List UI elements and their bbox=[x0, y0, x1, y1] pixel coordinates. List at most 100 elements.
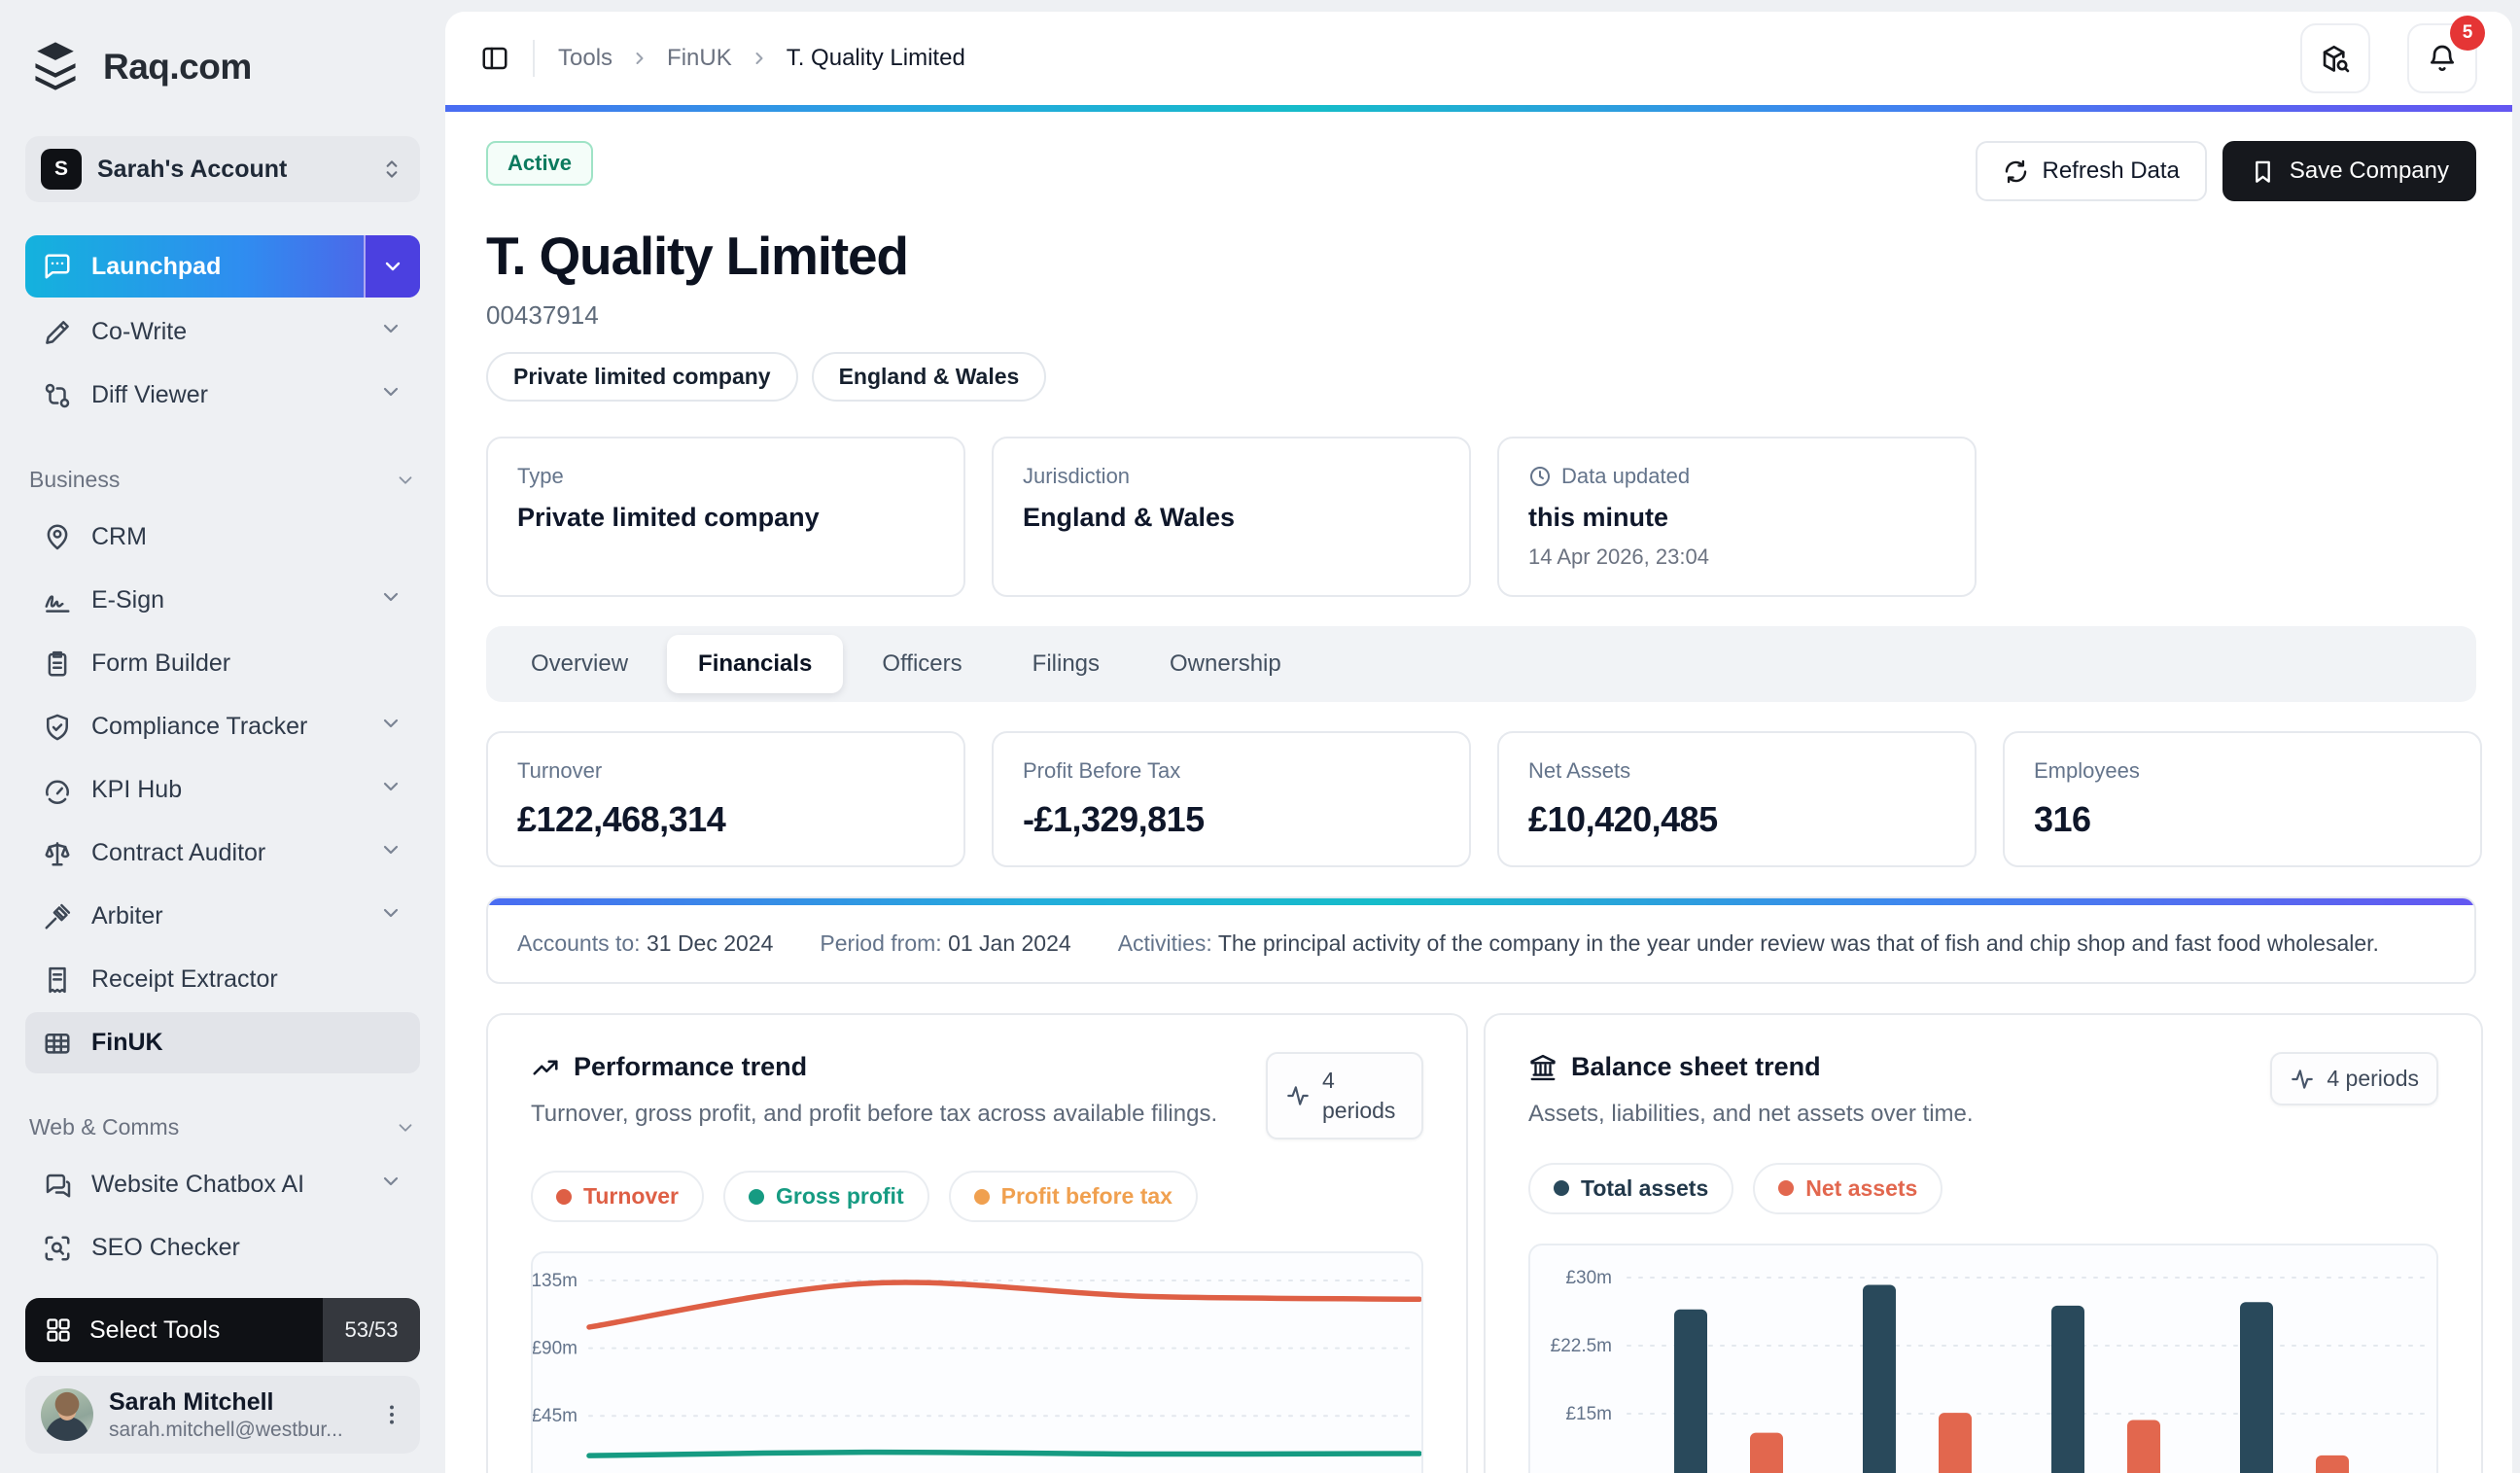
legend-gross-profit[interactable]: Gross profit bbox=[722, 1171, 929, 1223]
type-card: Type Private limited company bbox=[486, 437, 965, 597]
sidebar-item-label: FinUK bbox=[91, 1029, 163, 1056]
svg-text:£22.5m: £22.5m bbox=[1551, 1336, 1612, 1356]
balance-sheet-title: Balance sheet trend bbox=[1571, 1052, 1821, 1081]
messages-icon bbox=[46, 1174, 71, 1197]
table-icon bbox=[45, 1033, 70, 1054]
tab-overview[interactable]: Overview bbox=[500, 635, 659, 693]
select-tools-button[interactable]: Select Tools 53/53 bbox=[25, 1298, 420, 1362]
sidebar-item-seo-checker[interactable]: SEO Checker bbox=[25, 1217, 420, 1279]
metric-value: -£1,329,815 bbox=[1023, 799, 1205, 839]
sidebar-item-label: Form Builder bbox=[91, 649, 231, 677]
app-root: Raq.com S Sarah's Account Launchpad Co-W… bbox=[0, 0, 2520, 1473]
tab-filings[interactable]: Filings bbox=[1001, 635, 1131, 693]
brand-name: Raq.com bbox=[103, 47, 252, 87]
periods-badge-label: 4 periods bbox=[2327, 1066, 2419, 1091]
receipt-icon bbox=[49, 966, 66, 993]
bell-icon bbox=[2431, 45, 2454, 71]
breadcrumb-tools[interactable]: Tools bbox=[558, 45, 612, 72]
metric-value: 316 bbox=[2034, 799, 2091, 839]
info-cards: Type Private limited company Jurisdictio… bbox=[486, 437, 2476, 597]
legend-total-assets[interactable]: Total assets bbox=[1528, 1162, 1734, 1214]
chevrons-up-down-icon bbox=[386, 160, 398, 178]
jurisdiction-label: Jurisdiction bbox=[1023, 464, 1131, 488]
sidebar-item-label: Website Chatbox AI bbox=[91, 1171, 305, 1198]
panel-left-toggle-icon[interactable] bbox=[480, 44, 509, 73]
account-switcher[interactable]: S Sarah's Account bbox=[25, 136, 420, 202]
performance-trend-subtitle: Turnover, gross profit, and profit befor… bbox=[531, 1101, 1218, 1127]
company-tags: Private limited company England & Wales bbox=[486, 352, 2476, 402]
sidebar-item-compliance-tracker[interactable]: Compliance Tracker bbox=[25, 696, 420, 757]
metric-card-turnover: Turnover £122,468,314 bbox=[486, 731, 965, 867]
chevron-right-icon bbox=[755, 53, 763, 64]
tab-financials[interactable]: Financials bbox=[667, 635, 844, 693]
sidebar-item-crm[interactable]: CRM bbox=[25, 507, 420, 568]
chevron-down-icon bbox=[383, 782, 399, 791]
status-badge: Active bbox=[486, 141, 594, 186]
svg-text:£135m: £135m bbox=[533, 1271, 578, 1291]
launchpad-expand-button[interactable] bbox=[364, 235, 420, 298]
sidebar-item-contract-auditor[interactable]: Contract Auditor bbox=[25, 823, 420, 884]
topbar-divider bbox=[533, 40, 535, 77]
tab-officers[interactable]: Officers bbox=[851, 635, 993, 693]
sidebar-item-label: CRM bbox=[91, 523, 147, 550]
sidebar-item-co-write[interactable]: Co-Write bbox=[25, 301, 420, 363]
package-search-button[interactable] bbox=[2300, 23, 2370, 93]
chevron-down-icon bbox=[383, 592, 399, 602]
sidebar: Raq.com S Sarah's Account Launchpad Co-W… bbox=[0, 0, 445, 1473]
sidebar-item-site-uptime[interactable]: Site Uptime bbox=[25, 1280, 420, 1298]
sidebar-item-arbiter[interactable]: Arbiter bbox=[25, 886, 420, 947]
notifications-button[interactable]: 5 bbox=[2407, 16, 2485, 93]
breadcrumb-finuk[interactable]: FinUK bbox=[667, 45, 732, 72]
select-tools-label: Select Tools bbox=[89, 1315, 221, 1344]
refresh-icon bbox=[2005, 159, 2026, 183]
git-compare-icon bbox=[45, 383, 70, 407]
breadcrumb: Tools FinUK T. Quality Limited bbox=[558, 45, 2277, 72]
performance-line-chart-svg: £135m£90m£45m£0 bbox=[533, 1271, 1421, 1459]
gavel-icon bbox=[45, 903, 71, 929]
user-pin-icon bbox=[47, 524, 68, 549]
metric-label: Profit Before Tax bbox=[1023, 758, 1181, 783]
legend-label: Gross profit bbox=[775, 1183, 904, 1210]
sidebar-item-receipt-extractor[interactable]: Receipt Extractor bbox=[25, 949, 420, 1010]
legend-turnover[interactable]: Turnover bbox=[531, 1171, 704, 1223]
sidebar-item-label: Arbiter bbox=[91, 902, 163, 929]
content: Active Refresh Data Save Company T. Qual… bbox=[445, 112, 2512, 1473]
grid-2x2-icon bbox=[47, 1318, 70, 1342]
sidebar-item-finuk[interactable]: FinUK bbox=[25, 1012, 420, 1073]
strip-item-activities: Activities: The principal activity of th… bbox=[1117, 930, 2379, 956]
metric-label: Turnover bbox=[517, 758, 603, 783]
sidebar-item-website-chatbox-ai[interactable]: Website Chatbox AI bbox=[25, 1154, 420, 1215]
select-tools-main[interactable]: Select Tools bbox=[25, 1298, 323, 1362]
balance-sheet-subtitle: Assets, liabilities, and net assets over… bbox=[1528, 1101, 1974, 1127]
save-company-button[interactable]: Save Company bbox=[2222, 141, 2476, 201]
sidebar-item-e-sign[interactable]: E-Sign bbox=[25, 570, 420, 631]
legend-net-assets[interactable]: Net assets bbox=[1753, 1162, 1943, 1214]
chevron-down-icon bbox=[399, 475, 412, 484]
refresh-data-button[interactable]: Refresh Data bbox=[1975, 141, 2207, 201]
data-updated-timestamp: 14 Apr 2026, 23:04 bbox=[1528, 544, 1709, 569]
data-updated-label: Data updated bbox=[1561, 464, 1691, 488]
legend-dot bbox=[973, 1188, 990, 1205]
user-profile-card[interactable]: Sarah Mitchell sarah.mitchell@westbur... bbox=[25, 1376, 420, 1454]
performance-chart: £135m£90m£45m£0 bbox=[531, 1251, 1423, 1473]
pencil-icon bbox=[46, 320, 69, 344]
legend-dot bbox=[556, 1188, 572, 1205]
periods-badge: 4 periods bbox=[2270, 1052, 2438, 1105]
legend-dot bbox=[1554, 1180, 1569, 1197]
sidebar-section-web-comms[interactable]: Web & Comms bbox=[29, 1114, 416, 1140]
periods-badge-label: 4 periods bbox=[1322, 1068, 1396, 1124]
svg-text:£90m: £90m bbox=[533, 1339, 578, 1359]
sidebar-item-launchpad[interactable]: Launchpad bbox=[25, 235, 420, 298]
sidebar-section-business[interactable]: Business bbox=[29, 467, 416, 493]
sidebar-item-kpi-hub[interactable]: KPI Hub bbox=[25, 759, 420, 821]
sidebar-item-label: SEO Checker bbox=[91, 1234, 240, 1261]
legend-label: Total assets bbox=[1581, 1175, 1709, 1201]
sidebar-item-diff-viewer[interactable]: Diff Viewer bbox=[25, 365, 420, 426]
tab-ownership[interactable]: Ownership bbox=[1138, 635, 1312, 693]
launchpad-main[interactable]: Launchpad bbox=[25, 235, 364, 298]
sidebar-item-form-builder[interactable]: Form Builder bbox=[25, 633, 420, 694]
kebab-menu-icon[interactable] bbox=[379, 1402, 404, 1427]
legend-profit-before-tax[interactable]: Profit before tax bbox=[948, 1171, 1198, 1223]
main-panel: Tools FinUK T. Quality Limited 5 Active bbox=[445, 12, 2512, 1473]
sidebar-item-label: Receipt Extractor bbox=[91, 965, 278, 993]
